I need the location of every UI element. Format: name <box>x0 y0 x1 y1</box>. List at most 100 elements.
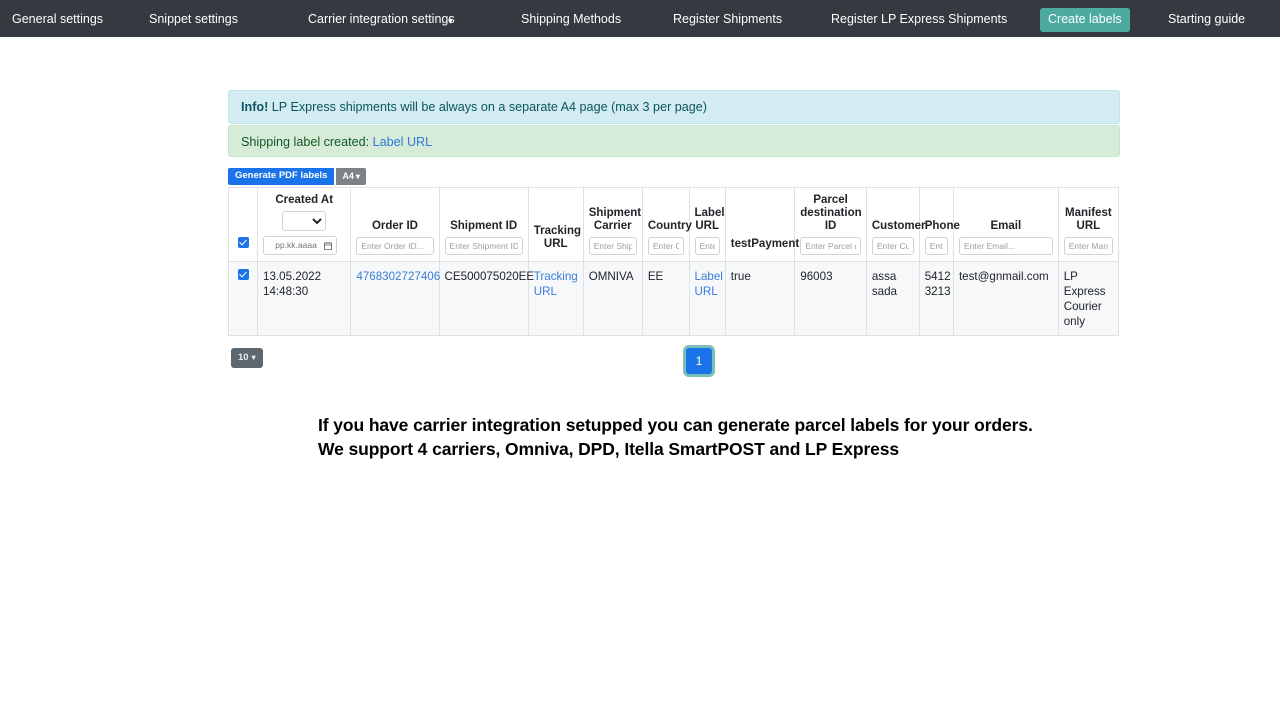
column-header-label-test-payment: testPayment <box>730 238 800 250</box>
column-header-label-manifest-url: Manifest URL <box>1065 207 1112 232</box>
cell-value-shipment-id: CE500075020EE <box>444 270 535 283</box>
filter-input-customer[interactable] <box>871 237 914 255</box>
cell-test-payment: true <box>724 261 796 336</box>
cell-value-manifest-url: LP Express Courier only <box>1063 270 1106 328</box>
column-header-label-phone: Phone <box>924 220 960 232</box>
cell-value-parcel-destination-id: 96003 <box>800 270 833 283</box>
column-header-label-created-at: Created At <box>275 194 334 206</box>
nav-item-carrier-integration-settings[interactable]: Carrier integration settings <box>308 13 455 26</box>
filter-input-phone[interactable] <box>924 237 948 255</box>
cell-customer: assa sada <box>865 261 920 336</box>
nav-item-starting-guide[interactable]: Starting guide <box>1168 13 1245 26</box>
filter-input-email[interactable] <box>958 237 1053 255</box>
label-url-link[interactable]: Label URL <box>373 135 433 149</box>
cell-value-created-at: 13.05.2022 14:48:30 <box>263 270 322 298</box>
cell-country: EE <box>641 261 690 336</box>
table-body: 13.05.2022 14:48:30 4768302727406 CE500075… <box>227 261 1120 336</box>
column-header-label-customer: Customer <box>871 220 926 232</box>
cell-value-test-payment: true <box>730 270 751 283</box>
label-toolbar: Generate PDF labels A4 ▾ <box>228 168 366 185</box>
cell-parcel-destination-id: 96003 <box>794 261 867 336</box>
column-header-created-at: Created At pp.kk.aaaa <box>257 187 352 262</box>
per-page-value: 10 <box>238 352 249 363</box>
success-alert-text: Shipping label created: <box>241 135 373 149</box>
shipments-table: Created At pp.kk.aaaa Order ID Shipment ID T… <box>227 187 1120 336</box>
cell-shipment-carrier: OMNIVA <box>582 261 643 336</box>
cell-value-shipment-carrier: OMNIVA <box>588 270 634 283</box>
column-header-tracking-url: Tracking URL <box>527 187 584 262</box>
cell-shipment-id: CE500075020EE <box>438 261 534 336</box>
nav-item-general-settings[interactable]: General settings <box>12 13 103 26</box>
cell-created-at: 13.05.2022 14:48:30 <box>257 261 352 336</box>
top-navbar: General settings Snippet settings Carrier … <box>0 0 1280 37</box>
page-caption: If you have carrier integration setupped… <box>318 415 1033 459</box>
column-header-label-url: Label URL <box>688 187 726 262</box>
shipments-table-wrapper: Created At pp.kk.aaaa Order ID Shipment ID T… <box>227 187 1120 336</box>
table-head: Created At pp.kk.aaaa Order ID Shipment ID T… <box>227 187 1120 262</box>
column-header-label-parcel-destination-id: Parcel destination ID <box>800 194 862 232</box>
filter-input-shipment-carrier[interactable] <box>588 237 637 255</box>
nav-item-register-shipments[interactable]: Register Shipments <box>673 13 782 26</box>
cell-value-customer: assa sada <box>871 270 897 298</box>
cell-manifest-url: LP Express Courier only <box>1057 261 1120 336</box>
column-header-label-tracking-url: Tracking URL <box>533 225 582 250</box>
cell-order-id: 4768302727406 <box>350 261 440 336</box>
select-all-checkbox[interactable] <box>237 237 249 248</box>
column-header-customer: Customer <box>865 187 926 262</box>
per-page-dropdown[interactable]: 10 ▾ <box>231 348 263 368</box>
select-all-header-cell <box>227 187 259 262</box>
cell-value-country: EE <box>647 270 664 283</box>
cell-value-phone: 5412 3213 <box>924 270 951 298</box>
column-header-label-label-url: Label URL <box>694 207 725 232</box>
nav-item-create-labels[interactable]: Create labels <box>1040 8 1130 32</box>
chevron-down-icon: ▾ <box>251 353 256 362</box>
column-header-shipment-carrier: Shipment Carrier <box>582 187 643 262</box>
cell-value-tracking-url[interactable]: Tracking URL <box>534 270 578 298</box>
info-alert-strong: Info! <box>241 100 269 114</box>
table-row: 13.05.2022 14:48:30 4768302727406 CE500075… <box>227 261 1120 336</box>
paper-size-dropdown[interactable]: A4 ▾ <box>336 168 366 185</box>
column-header-label-country: Country <box>647 220 692 232</box>
filter-input-shipment-id[interactable] <box>444 237 523 255</box>
cell-value-email: test@gnmail.com <box>958 270 1049 283</box>
generate-pdf-labels-button[interactable]: Generate PDF labels <box>228 168 335 185</box>
column-header-label-email: Email <box>990 220 1022 232</box>
column-header-shipment-id: Shipment ID <box>438 187 529 262</box>
info-alert-text: LP Express shipments will be always on a… <box>268 100 707 114</box>
column-header-label-order-id: Order ID <box>371 220 418 232</box>
pagination-page-1[interactable]: 1 <box>686 348 712 374</box>
row-select-checkbox[interactable] <box>237 269 249 280</box>
success-alert: Shipping label created: Label URL <box>228 125 1120 157</box>
row-select-cell <box>227 261 259 336</box>
column-header-label-shipment-id: Shipment ID <box>450 220 518 232</box>
created-at-date-placeholder: pp.kk.aaaa <box>275 240 317 250</box>
table-header-row: Created At pp.kk.aaaa Order ID Shipment ID T… <box>227 187 1120 262</box>
created-at-date-input[interactable]: pp.kk.aaaa <box>263 236 338 255</box>
filter-input-country[interactable] <box>647 237 684 255</box>
column-header-order-id: Order ID <box>350 187 440 262</box>
cell-email: test@gnmail.com <box>952 261 1059 336</box>
paper-size-label: A4 <box>342 171 354 181</box>
nav-item-register-lp-express-shipments[interactable]: Register LP Express Shipments <box>831 13 1007 26</box>
nav-item-shipping-methods[interactable]: Shipping Methods <box>521 13 621 26</box>
filter-input-label-url[interactable] <box>694 237 720 255</box>
calendar-icon[interactable] <box>324 241 333 250</box>
nav-item-snippet-settings[interactable]: Snippet settings <box>149 13 238 26</box>
cell-value-label-url[interactable]: Label URL <box>695 270 723 298</box>
column-header-phone: Phone <box>918 187 960 262</box>
column-header-country: Country <box>641 187 692 262</box>
cell-label-url: Label URL <box>688 261 726 336</box>
chevron-down-icon: ▾ <box>355 172 360 181</box>
info-alert: Info! LP Express shipments will be alway… <box>228 90 1120 124</box>
column-header-manifest-url: Manifest URL <box>1057 187 1120 262</box>
cell-tracking-url: Tracking URL <box>527 261 584 336</box>
filter-input-parcel-destination-id[interactable] <box>800 237 861 255</box>
created-at-operator-select[interactable] <box>282 211 327 231</box>
column-header-email: Email <box>952 187 1059 262</box>
filter-input-order-id[interactable] <box>356 237 434 255</box>
cell-phone: 5412 3213 <box>918 261 954 336</box>
nav-dropdown-caret-icon[interactable]: ▾ <box>448 16 453 27</box>
filter-input-manifest-url[interactable] <box>1063 237 1113 255</box>
column-header-test-payment: testPayment <box>724 187 800 262</box>
cell-value-order-id[interactable]: 4768302727406 <box>356 270 440 283</box>
